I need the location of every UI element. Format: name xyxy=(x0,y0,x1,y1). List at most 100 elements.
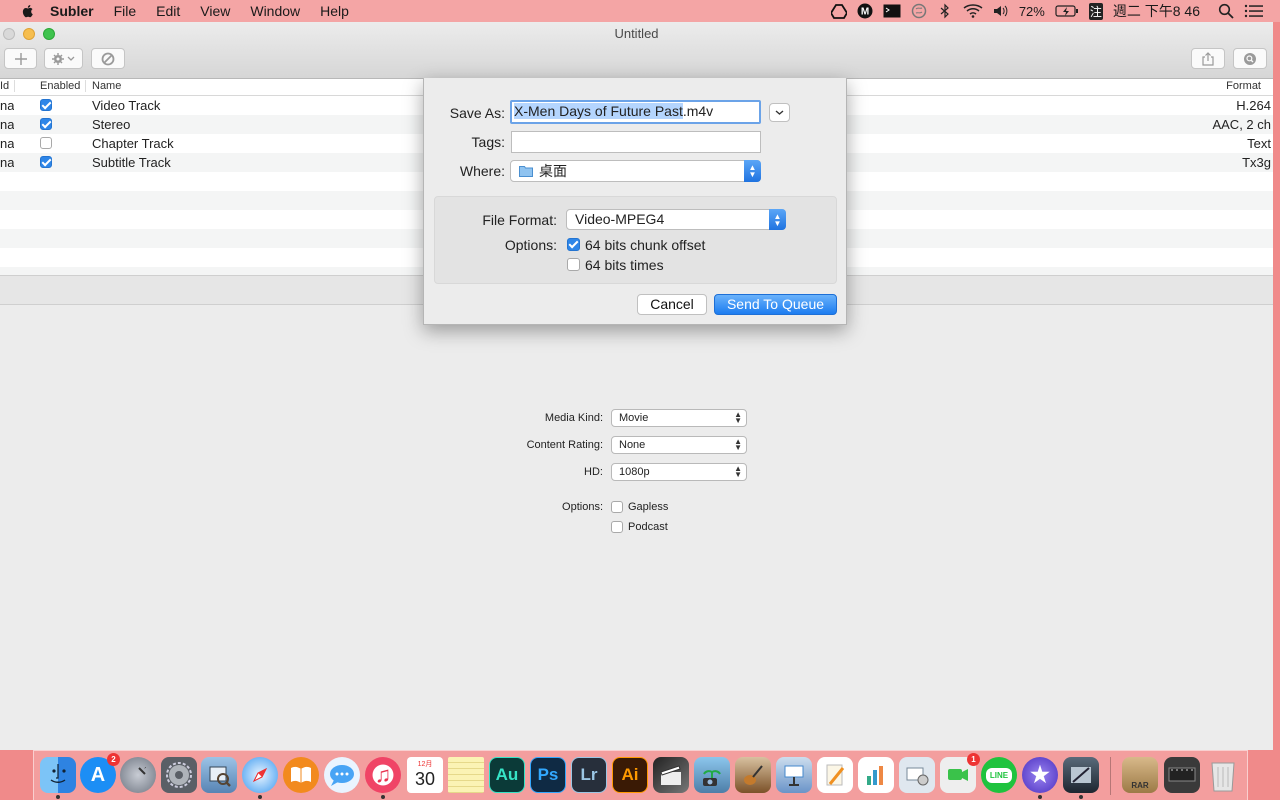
running-indicator xyxy=(1038,795,1042,799)
line-icon[interactable]: LINE xyxy=(981,757,1017,793)
column-header-enabled[interactable]: Enabled xyxy=(40,80,87,92)
track-format: Text xyxy=(1247,136,1271,151)
sync-icon[interactable] xyxy=(911,3,927,19)
illustrator-label: Ai xyxy=(621,765,639,784)
add-track-button[interactable] xyxy=(4,48,37,69)
messages-icon[interactable] xyxy=(324,757,360,793)
ibooks-icon[interactable] xyxy=(283,757,319,793)
chunk-offset-checkbox[interactable] xyxy=(567,238,580,251)
column-header-format[interactable]: Format xyxy=(1226,80,1261,92)
pages-icon[interactable] xyxy=(817,757,853,793)
safari-icon[interactable] xyxy=(242,757,278,793)
notes-icon[interactable] xyxy=(448,757,484,793)
format-options-box: File Format: Video-MPEG4 ▲ ▼ Options: 64 … xyxy=(434,196,837,284)
pen-paper-icon xyxy=(826,764,845,786)
final-cut-pro-icon[interactable] xyxy=(653,757,689,793)
menu-help[interactable]: Help xyxy=(320,3,349,19)
volume-icon[interactable] xyxy=(993,3,1009,19)
facetime-icon[interactable]: 1 xyxy=(940,753,980,793)
gapless-checkbox[interactable] xyxy=(611,501,623,513)
illustrator-icon[interactable]: Ai xyxy=(612,757,648,793)
track-enabled-checkbox[interactable] xyxy=(40,156,52,168)
hd-popup[interactable]: 1080p ▲ ▼ xyxy=(611,463,747,481)
finder-face-icon xyxy=(50,764,66,783)
bit-times-checkbox[interactable] xyxy=(567,258,580,271)
trash-icon[interactable] xyxy=(1205,757,1241,793)
menu-clock[interactable]: 週二 下午8 46 xyxy=(1113,1,1200,21)
image-capture-icon[interactable] xyxy=(899,757,935,793)
wifi-icon[interactable] xyxy=(963,3,983,19)
battery-icon[interactable] xyxy=(1055,3,1079,19)
google-drive-icon[interactable] xyxy=(830,3,847,19)
audition-icon[interactable]: Au xyxy=(489,757,525,793)
finder-icon[interactable] xyxy=(40,757,76,793)
menu-app-name[interactable]: Subler xyxy=(50,3,94,19)
popup-arrows-icon: ▲ ▼ xyxy=(769,209,786,230)
folder-icon xyxy=(519,166,533,177)
photoshop-icon[interactable]: Ps xyxy=(530,757,566,793)
popup-arrows-icon: ▲ ▼ xyxy=(734,464,742,479)
remove-track-button[interactable] xyxy=(91,48,125,69)
rar-label: RAR xyxy=(1131,781,1149,790)
action-menu-button[interactable] xyxy=(44,48,83,69)
cancel-button[interactable]: Cancel xyxy=(637,294,707,315)
keynote-icon[interactable] xyxy=(776,757,812,793)
bluetooth-icon[interactable] xyxy=(937,3,953,19)
popup-arrows-icon: ▲ ▼ xyxy=(744,160,761,182)
subler-dock-icon[interactable] xyxy=(1063,757,1099,793)
app-store-badge: 2 xyxy=(107,753,120,766)
column-header-id[interactable]: Id xyxy=(0,80,15,92)
track-enabled-checkbox[interactable] xyxy=(40,118,52,130)
running-indicator xyxy=(258,795,262,799)
tags-input[interactable] xyxy=(511,131,761,153)
search-metadata-button[interactable] xyxy=(1233,48,1267,69)
system-preferences-icon[interactable] xyxy=(161,757,197,793)
facetime-badge: 1 xyxy=(967,753,980,766)
track-enabled-checkbox[interactable] xyxy=(40,99,52,111)
share-button[interactable] xyxy=(1191,48,1225,69)
send-to-queue-button[interactable]: Send To Queue xyxy=(714,294,837,315)
menu-file[interactable]: File xyxy=(114,3,137,19)
where-popup[interactable]: 桌面 ▲ ▼ xyxy=(510,160,761,182)
spotlight-search-icon[interactable] xyxy=(1218,3,1234,19)
launchpad-icon[interactable] xyxy=(120,757,156,793)
notification-center-icon[interactable] xyxy=(1244,3,1264,19)
filename-selected-text: X-Men Days of Future Past xyxy=(514,103,683,119)
save-as-label: Save As: xyxy=(449,105,505,121)
track-format: Tx3g xyxy=(1242,155,1271,170)
input-method-indicator[interactable]: 注 xyxy=(1088,2,1103,20)
itunes-icon[interactable]: ♫ xyxy=(365,757,401,793)
file-format-popup[interactable]: Video-MPEG4 ▲ ▼ xyxy=(566,209,786,230)
menu-window[interactable]: Window xyxy=(250,3,300,19)
column-header-name[interactable]: Name xyxy=(92,80,121,92)
track-enabled-checkbox[interactable] xyxy=(40,137,52,149)
content-rating-popup[interactable]: None ▲ ▼ xyxy=(611,436,747,454)
podcast-checkbox[interactable] xyxy=(611,521,623,533)
film-icon xyxy=(1071,767,1091,783)
podium-icon xyxy=(784,765,804,786)
expand-dialog-button[interactable] xyxy=(769,103,790,122)
menu-edit[interactable]: Edit xyxy=(156,3,180,19)
numbers-icon[interactable] xyxy=(858,757,894,793)
save-as-input[interactable]: X-Men Days of Future Past.m4v xyxy=(510,100,761,124)
garageband-icon[interactable] xyxy=(735,757,771,793)
media-kind-popup[interactable]: Movie ▲ ▼ xyxy=(611,409,747,427)
track-name: Chapter Track xyxy=(92,136,174,151)
apple-icon[interactable] xyxy=(20,3,36,19)
terminal-icon[interactable] xyxy=(883,3,901,19)
lightroom-icon[interactable]: Lr xyxy=(571,757,607,793)
music-note-glyph: ♫ xyxy=(374,762,392,787)
where-value: 桌面 xyxy=(539,163,567,179)
calendar-icon[interactable]: 12月 30 xyxy=(407,757,443,793)
screen-recorder-icon[interactable] xyxy=(1164,757,1200,793)
iphoto-icon[interactable] xyxy=(694,757,730,793)
bar-chart-icon xyxy=(867,766,883,785)
chunk-offset-label: 64 bits chunk offset xyxy=(585,237,706,253)
app-store-icon[interactable]: A 2 xyxy=(80,753,120,793)
imovie-icon[interactable]: ★ xyxy=(1022,757,1058,793)
menu-view[interactable]: View xyxy=(200,3,230,19)
m-app-icon[interactable]: M xyxy=(857,3,873,19)
rar-archive-icon[interactable]: RAR xyxy=(1122,757,1158,793)
preview-icon[interactable] xyxy=(201,757,237,793)
gear-icon xyxy=(51,52,74,65)
